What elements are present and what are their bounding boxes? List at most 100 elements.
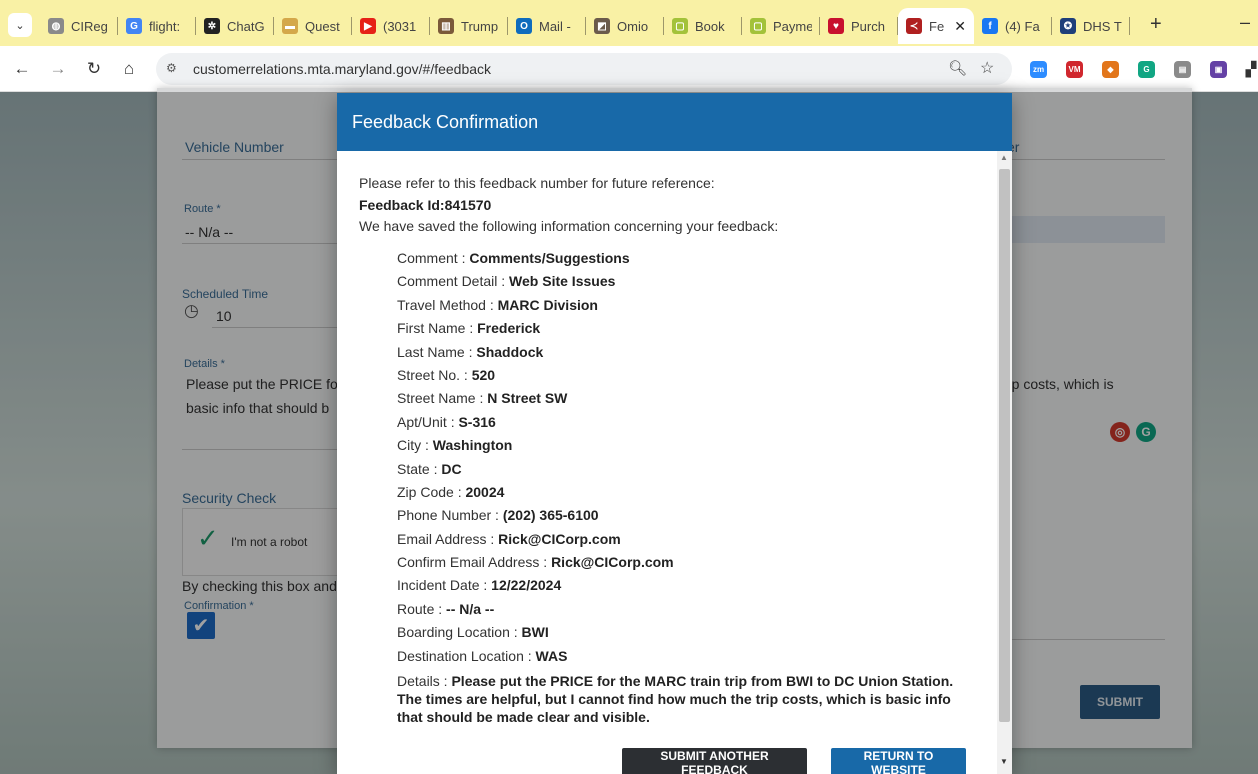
browser-tab[interactable]: ▢ Book: [664, 8, 742, 44]
browser-tab[interactable]: ◩ Omio: [586, 8, 664, 44]
feedback-detail-row: First Name : Frederick: [397, 318, 972, 341]
browser-tab[interactable]: ✲ ChatG: [196, 8, 274, 44]
tab-title: Fe: [929, 18, 945, 34]
browser-tab[interactable]: ▢ Payme: [742, 8, 820, 44]
return-to-website-button[interactable]: RETURN TO WEBSITE: [831, 748, 966, 774]
feedback-detail-row: Details : Please put the PRICE for the M…: [397, 672, 972, 726]
feedback-detail-row: Route : -- N/a --: [397, 599, 972, 622]
feedback-detail-row: Street No. : 520: [397, 365, 972, 388]
back-arrow-icon[interactable]: ←: [11, 58, 33, 80]
detail-value: Frederick: [477, 320, 541, 337]
zoom-extension-icon[interactable]: zm: [1030, 61, 1047, 78]
feedback-detail-row: Comment Detail : Web Site Issues: [397, 271, 972, 294]
detail-value: 520: [471, 366, 496, 383]
bookmark-star-icon[interactable]: ☆: [980, 58, 994, 78]
outlook-icon: O: [516, 18, 532, 34]
detail-label: First Name :: [397, 320, 478, 337]
new-tab-plus-icon[interactable]: +: [1150, 14, 1162, 34]
scrollbar-thumb[interactable]: [999, 169, 1010, 722]
browser-tab[interactable]: ▶ (3031: [352, 8, 430, 44]
modal-title: Feedback Confirmation: [337, 93, 1012, 151]
grammarly-extension-icon[interactable]: G: [1138, 61, 1155, 78]
browser-tab[interactable]: O Mail -: [508, 8, 586, 44]
detail-label: Details :: [397, 673, 452, 690]
feedback-detail-row: Phone Number : (202) 365-6100: [397, 505, 972, 528]
browser-toolbar: ← → ↻ ⌂ ⚙ customerrelations.mta.maryland…: [0, 46, 1258, 92]
tab-list: ◍ CIReg Gflight: ✲ ChatG ▬ Quest ▶ (3031 ▥ Trump O M…: [40, 8, 1130, 46]
submit-another-feedback-button[interactable]: SUBMIT ANOTHER FEEDBACK: [622, 748, 807, 774]
detail-label: Route :: [397, 600, 447, 617]
detail-value: WAS: [535, 647, 568, 664]
detail-value: Washington: [432, 437, 513, 454]
facebook-icon: f: [982, 18, 998, 34]
detail-value: BWI: [521, 624, 549, 641]
scroll-down-arrow-icon[interactable]: ▼: [1000, 757, 1008, 766]
tab-title: Trump: [461, 18, 499, 34]
tab-title: Omio: [617, 18, 649, 34]
forward-arrow-icon[interactable]: →: [47, 58, 69, 80]
tab-search-chevron-icon[interactable]: ⌄: [8, 13, 32, 37]
tab-title: Book: [695, 18, 725, 34]
browser-tab[interactable]: ▬ Quest: [274, 8, 352, 44]
tab-title: ChatG: [227, 18, 265, 34]
page-icon: ▢: [750, 18, 766, 34]
metamask-extension-icon[interactable]: ◆: [1102, 61, 1119, 78]
feedback-detail-row: State : DC: [397, 459, 972, 482]
detail-value: Rick@CICorp.com: [498, 530, 621, 547]
site-info-icon[interactable]: ⚙: [166, 61, 177, 75]
detail-label: Email Address :: [397, 530, 499, 547]
feedback-detail-row: Boarding Location : BWI: [397, 622, 972, 645]
browser-tab[interactable]: ✪ DHS T: [1052, 8, 1130, 44]
extensions-puzzle-icon[interactable]: ▞: [1240, 58, 1258, 80]
detail-value: MARC Division: [497, 296, 598, 313]
detail-label: Travel Method :: [397, 296, 498, 313]
twitch-extension-icon[interactable]: ▣: [1210, 61, 1227, 78]
clipboard-extension-icon[interactable]: ▤: [1174, 61, 1191, 78]
browser-tab[interactable]: ≺ Fe ✕: [898, 8, 974, 44]
detail-value: -- N/a --: [446, 600, 495, 617]
home-icon[interactable]: ⌂: [118, 58, 140, 80]
feedback-detail-row: Comment : Comments/Suggestions: [397, 248, 972, 271]
url-text[interactable]: customerrelations.mta.maryland.gov/#/fee…: [193, 61, 491, 77]
browser-tab[interactable]: ♥ Purch: [820, 8, 898, 44]
detail-label: Comment Detail :: [397, 273, 510, 290]
tab-title: Quest: [305, 18, 340, 34]
browser-tab[interactable]: Gflight:: [118, 8, 196, 44]
close-tab-icon[interactable]: ✕: [954, 18, 966, 35]
detail-label: Street Name :: [397, 390, 488, 407]
detail-label: Last Name :: [397, 343, 477, 360]
feedback-detail-row: Travel Method : MARC Division: [397, 295, 972, 318]
browser-tab[interactable]: ◍ CIReg: [40, 8, 118, 44]
detail-value: Shaddock: [476, 343, 544, 360]
detail-label: Zip Code :: [397, 483, 466, 500]
intro-reference-text: Please refer to this feedback number for…: [359, 175, 715, 191]
detail-label: Apt/Unit :: [397, 413, 459, 430]
youtube-icon: ▶: [360, 18, 376, 34]
browser-tab[interactable]: f (4) Fa: [974, 8, 1052, 44]
intro-saved-text: We have saved the following information …: [359, 218, 779, 234]
reload-icon[interactable]: ↻: [83, 58, 105, 80]
vm-extension-icon[interactable]: VM: [1066, 61, 1083, 78]
quest-icon: ▬: [282, 18, 298, 34]
modal-intro: Please refer to this feedback number for…: [359, 173, 778, 238]
feedback-confirmation-modal: Feedback Confirmation Please refer to th…: [337, 93, 1012, 774]
detail-label: Incident Date :: [397, 577, 492, 594]
feedback-detail-row: Incident Date : 12/22/2024: [397, 575, 972, 598]
browser-tab[interactable]: ▥ Trump: [430, 8, 508, 44]
modal-scrollbar[interactable]: ▲ ▼: [997, 151, 1012, 774]
tab-title: Mail -: [539, 18, 571, 34]
tab-title: DHS T: [1083, 18, 1122, 34]
tab-title: flight:: [149, 18, 181, 34]
page-icon: ▢: [672, 18, 688, 34]
detail-label: Boarding Location :: [397, 624, 522, 641]
scroll-up-arrow-icon[interactable]: ▲: [1000, 153, 1008, 162]
modal-body: Please refer to this feedback number for…: [337, 151, 997, 774]
zoom-magnifier-icon[interactable]: 🔍︎: [948, 59, 967, 77]
detail-label: State :: [397, 460, 442, 477]
dhs-icon: ✪: [1060, 18, 1076, 34]
detail-value: Please put the PRICE for the MARC train …: [397, 673, 954, 726]
feedback-detail-row: Street Name : N Street SW: [397, 388, 972, 411]
minimize-window-icon[interactable]: –: [1240, 12, 1250, 33]
tab-title: CIReg: [71, 18, 108, 34]
address-bar[interactable]: ⚙ customerrelations.mta.maryland.gov/#/f…: [156, 53, 1012, 85]
